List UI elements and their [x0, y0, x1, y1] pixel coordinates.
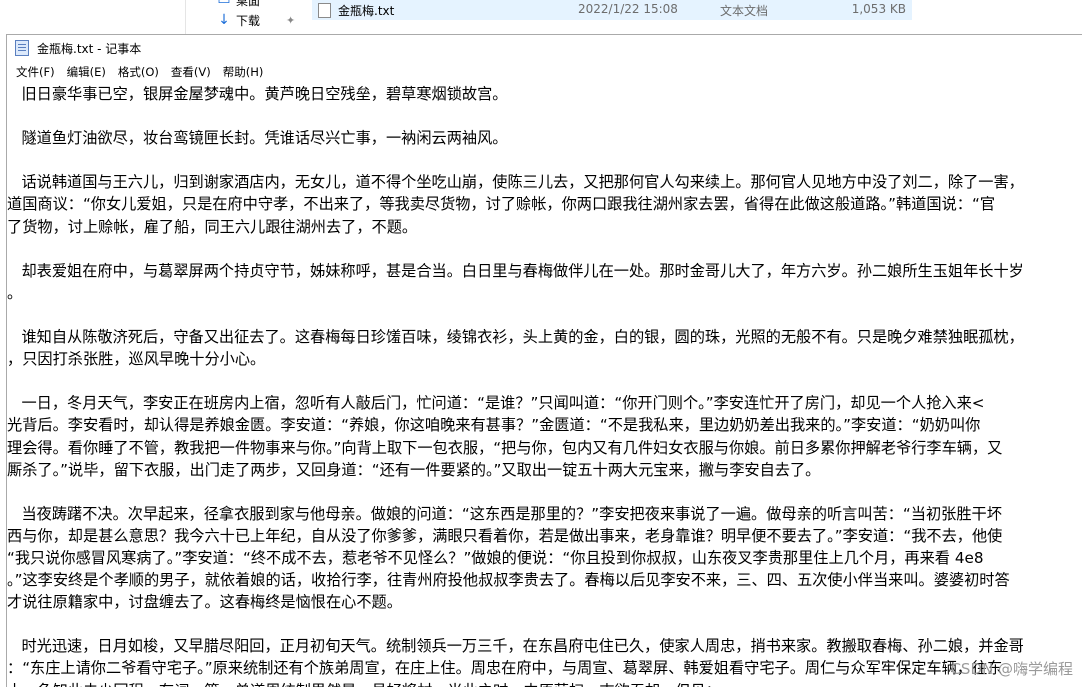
title-bar[interactable]: 金瓶梅.txt - 记事本: [7, 35, 1082, 61]
notepad-window: 金瓶梅.txt - 记事本 文件(F) 编辑(E) 格式(O) 查看(V) 帮助…: [6, 34, 1082, 687]
nav-item-downloads[interactable]: ↓ 下载 ✦: [216, 11, 295, 29]
text-line: 西与你，却是甚么意思？我今六十已上年纪，自从没了你爹爹，满眼只看着你，若是做出事…: [7, 526, 1003, 545]
text-line: 当夜踌躇不决。次早起来，径拿衣服到家与他母亲。做娘的问道：“这东西是那里的？”李…: [7, 504, 1002, 523]
notepad-icon: [15, 40, 29, 56]
text-line: 旧日豪华事已空，银屏金屋梦魂中。黄芦晚日空残垒，碧草寒烟锁故宫。: [7, 85, 508, 103]
text-line: 话说韩道国与王六儿，归到谢家酒店内，无女儿，道不得个坐吃山崩，使陈三儿去，又把那…: [7, 173, 1024, 192]
file-type: 文本文档: [720, 4, 769, 18]
text-line: 光背后。李安看时，却认得是养娘金匮。李安道：“养娘，你这咱晚来有甚事？”金匮道：…: [7, 416, 981, 435]
file-name: 金瓶梅.txt: [338, 4, 395, 18]
text-line: [7, 304, 1082, 326]
text-line: 道国商议：“你女儿爱姐，只是在府中守孝，不出来了，等我卖尽货物，讨了赊帐，你两口…: [7, 195, 996, 214]
text-line: ：“东庄上请你二爷看守宅子。”原来统制还有个族弟周宣，在庄上住。周忠在府中，与周…: [7, 659, 1003, 678]
text-line: [7, 481, 1082, 503]
text-line: 却表爱姐在府中，与葛翠屏两个持贞守节，姊妹称呼，甚是合当。白日里与春梅做伴儿在一…: [7, 261, 1024, 280]
menu-view[interactable]: 查看(V): [165, 62, 217, 82]
menu-file[interactable]: 文件(F): [10, 62, 61, 82]
nav-item-desktop-label: 桌面: [236, 0, 261, 8]
pane-divider: [185, 0, 186, 34]
nav-item-desktop[interactable]: ▭ 桌面: [216, 0, 260, 9]
nav-item-downloads-label: 下载: [236, 13, 261, 28]
download-arrow-icon: ↓: [218, 12, 230, 28]
menu-help[interactable]: 帮助(H): [217, 62, 270, 82]
explorer-nav-pane: [0, 0, 185, 34]
menu-format[interactable]: 格式(O): [112, 62, 165, 82]
explorer-blank-area: [912, 0, 1082, 34]
window-title: 金瓶梅.txt - 记事本: [37, 41, 142, 56]
desktop-icon: ▭: [217, 0, 231, 8]
text-line: 一日，冬月天气，李安正在班房内上宿，忽听有人敲后门，忙问道：“是谁？”只闻叫道：…: [7, 394, 985, 413]
text-line: 理会得。看你睡了不管，教我把一件物事来与你。”向背上取下一包衣服，“把与你，包内…: [7, 438, 1003, 457]
text-line: 了货物，讨上赊帐，雇了船，同王六儿跟往湖州去了，不题。: [7, 217, 418, 236]
menu-edit[interactable]: 编辑(E): [61, 62, 112, 82]
pin-icon[interactable]: ✦: [286, 14, 295, 27]
text-line: 隧道鱼灯油欲尽，妆台鸾镜匣长封。凭谁话尽兴亡事，一衲闲云两袖风。: [7, 129, 508, 148]
text-line: ，只因打杀张胜，巡风早晚十分小心。: [7, 350, 266, 369]
menu-bar: 文件(F) 编辑(E) 格式(O) 查看(V) 帮助(H): [7, 61, 1082, 83]
text-line: [7, 149, 1082, 171]
text-editor[interactable]: 旧日豪华事已空，银屏金屋梦魂中。黄芦晚日空残垒，碧草寒烟锁故宫。 隧道鱼灯油欲尽…: [7, 83, 1082, 687]
text-line: [7, 105, 1082, 127]
text-line: [7, 370, 1082, 392]
text-line: 才说往原籍家中，讨盘缠去了。这春梅终是恼恨在心不题。: [7, 593, 402, 612]
text-line: “我只说你感冒风寒病了。”李安道：“终不成不去，惹老爷不见怪么？”做娘的便说：“…: [7, 548, 984, 567]
file-modified-date: 2022/1/22 15:08: [578, 2, 678, 16]
csdn-watermark: CSDN @嗨学编程: [950, 660, 1073, 678]
file-explorer-background: ▭ 桌面 ↓ 下载 ✦ 金瓶梅.txt 2022/1/22 15:08 文本文档…: [0, 0, 1082, 34]
text-line: [7, 613, 1082, 635]
text-line: 厮杀了。”说毕，留下衣服，出门走了两步，又回身道：“还有一件要紧的。”又取出一锭…: [7, 460, 821, 479]
text-line: 时光迅速，日月如梭，又早腊尽阳回，正月初旬天气。统制领兵一万三千，在东昌府屯住已…: [7, 637, 1024, 656]
text-line: 。”这李安终是个孝顺的男子，就依着娘的话，收拾行李，往青州府投他叔叔李贵去了。春…: [7, 571, 1010, 590]
text-file-icon: [318, 3, 331, 18]
text-line: 谁知自从陈敬济死后，守备又出征去了。这春梅每日珍馐百味，绫锦衣衫，头上黄的金，白…: [7, 328, 1024, 347]
text-line: 。: [7, 283, 23, 302]
file-size: 1,053 KB: [851, 2, 906, 16]
text-line: [7, 238, 1082, 260]
file-list-row[interactable]: 金瓶梅.txt 2022/1/22 15:08 文本文档 1,053 KB: [312, 0, 912, 20]
